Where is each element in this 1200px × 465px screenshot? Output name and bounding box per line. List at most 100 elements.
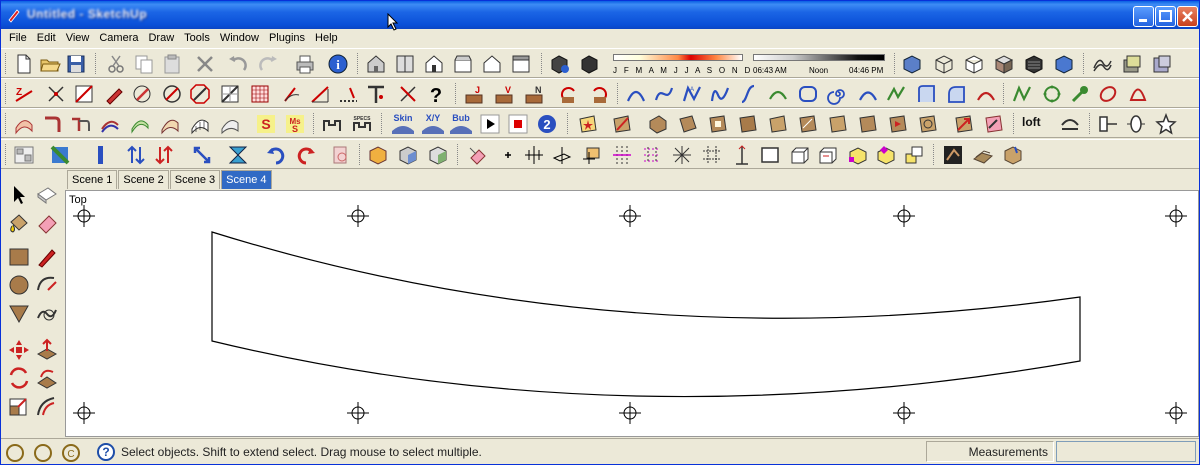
toolbar-grip[interactable] — [5, 83, 8, 104]
move-down-up-button[interactable] — [125, 144, 147, 166]
box-3d-open-button[interactable] — [817, 144, 839, 166]
new-file-button[interactable] — [13, 53, 35, 75]
help-button[interactable]: ? — [425, 83, 447, 105]
copy-button[interactable] — [133, 53, 155, 75]
line-tool-button[interactable] — [34, 244, 60, 270]
toolbar-grip[interactable] — [1003, 83, 1006, 104]
scale-tool-button[interactable] — [6, 393, 32, 419]
arc-curve-button[interactable] — [767, 83, 789, 105]
rotate-red-button[interactable] — [295, 144, 317, 166]
wave-green-button[interactable] — [885, 83, 907, 105]
push-pull-tool-button[interactable] — [34, 337, 60, 363]
model-canvas[interactable] — [66, 191, 1199, 437]
wrench-button[interactable] — [1069, 83, 1091, 105]
menu-help[interactable]: Help — [310, 32, 343, 44]
star-burst-button[interactable] — [671, 144, 693, 166]
toolbar-grip[interactable] — [381, 113, 384, 134]
align-n-button[interactable]: N — [523, 83, 545, 105]
fillet-button[interactable] — [281, 83, 303, 105]
close-button[interactable] — [1177, 6, 1198, 27]
minimize-button[interactable] — [1133, 6, 1154, 27]
rotate-blue-button[interactable] — [265, 144, 287, 166]
intersect-x-button[interactable] — [397, 83, 419, 105]
texture-dark-button[interactable] — [942, 144, 964, 166]
toolbar-grip[interactable] — [5, 53, 8, 74]
solid-subtract-button[interactable] — [397, 144, 419, 166]
menu-window[interactable]: Window — [215, 32, 264, 44]
bezier-wave-button[interactable] — [653, 83, 675, 105]
toolbar-grip[interactable] — [1013, 113, 1016, 134]
shaded-button[interactable] — [993, 53, 1015, 75]
display-shadows-button[interactable] — [579, 53, 601, 75]
arc-pencil-button[interactable] — [131, 83, 153, 105]
save-button[interactable] — [65, 53, 87, 75]
surface-mesh-button[interactable] — [13, 113, 35, 135]
diagonal-arrow-button[interactable] — [191, 144, 213, 166]
zorro-button[interactable]: Z — [13, 83, 35, 105]
xray-button[interactable] — [901, 53, 923, 75]
stop-button[interactable] — [507, 113, 529, 135]
bezier-arch-button[interactable] — [625, 83, 647, 105]
view-back-button[interactable] — [481, 53, 503, 75]
face-tool-1-button[interactable] — [647, 113, 669, 135]
undo-button[interactable] — [227, 53, 249, 75]
print-button[interactable] — [294, 53, 316, 75]
sandbox-from-contours-button[interactable] — [1091, 53, 1113, 75]
redo-button[interactable] — [257, 53, 279, 75]
toolbar-grip[interactable] — [95, 53, 98, 74]
face-tool-7-button[interactable] — [827, 113, 849, 135]
plane-cross-button[interactable] — [551, 144, 573, 166]
shadow-time-slider[interactable] — [753, 54, 885, 61]
toolbar-grip[interactable] — [541, 53, 544, 74]
rectangle-tool-button[interactable] — [6, 244, 32, 270]
face-tool-2-button[interactable] — [677, 113, 699, 135]
eraser-button[interactable] — [34, 210, 60, 236]
toolbar-grip[interactable] — [5, 144, 8, 165]
shadow-settings-button[interactable] — [549, 53, 571, 75]
tube-button[interactable] — [41, 113, 63, 135]
ellipse-button[interactable] — [1097, 83, 1119, 105]
scene-tab-1[interactable]: Scene 1 — [67, 170, 118, 189]
swap-s-button[interactable]: S — [255, 113, 277, 135]
shadow-date-slider[interactable] — [613, 54, 743, 61]
face-flag-button[interactable] — [887, 113, 909, 135]
bezier-n2-button[interactable] — [709, 83, 731, 105]
page-pink-button[interactable] — [329, 144, 351, 166]
wireframe-button[interactable] — [933, 53, 955, 75]
point-button[interactable] — [497, 144, 519, 166]
mesh-warp-button[interactable] — [159, 113, 181, 135]
make-component-button[interactable] — [34, 182, 60, 208]
arc-red-button[interactable] — [975, 83, 997, 105]
offset-tool-button[interactable] — [34, 393, 60, 419]
bezier-2-button[interactable]: 2 — [536, 113, 558, 135]
align-v-button[interactable]: V — [493, 83, 515, 105]
polygon-button[interactable] — [1041, 83, 1063, 105]
box-3d-button[interactable] — [789, 144, 811, 166]
lathe-button[interactable] — [1125, 113, 1147, 135]
diagonal-box-button[interactable] — [73, 83, 95, 105]
face-arrow-button[interactable] — [953, 113, 975, 135]
star-button[interactable] — [1155, 113, 1177, 135]
boxed-cross-button[interactable] — [581, 144, 603, 166]
follow-me-curve-button[interactable] — [1059, 113, 1081, 135]
shaded-textures-button[interactable] — [1023, 53, 1045, 75]
box-outline-button[interactable] — [759, 144, 781, 166]
hash-grid-button[interactable] — [701, 144, 723, 166]
menu-plugins[interactable]: Plugins — [264, 32, 310, 44]
loft-button[interactable]: loft — [1022, 115, 1041, 129]
face-tool-8-button[interactable] — [857, 113, 879, 135]
vertical-bar-button[interactable] — [89, 144, 111, 166]
view-iso-button[interactable] — [365, 53, 387, 75]
monochrome-button[interactable] — [1053, 53, 1075, 75]
corner-round-button[interactable] — [945, 83, 967, 105]
bub-button[interactable]: Bub — [448, 113, 474, 135]
knife-button[interactable] — [611, 113, 633, 135]
toolbar-grip[interactable] — [357, 53, 360, 74]
view-right-button[interactable] — [452, 53, 474, 75]
menu-edit[interactable]: Edit — [32, 32, 61, 44]
geo-location-icon[interactable] — [6, 444, 24, 462]
hourglass-button[interactable] — [227, 144, 249, 166]
solid-union-button[interactable] — [367, 144, 389, 166]
drape-button[interactable] — [49, 144, 71, 166]
rotate-b-button[interactable] — [588, 83, 610, 105]
